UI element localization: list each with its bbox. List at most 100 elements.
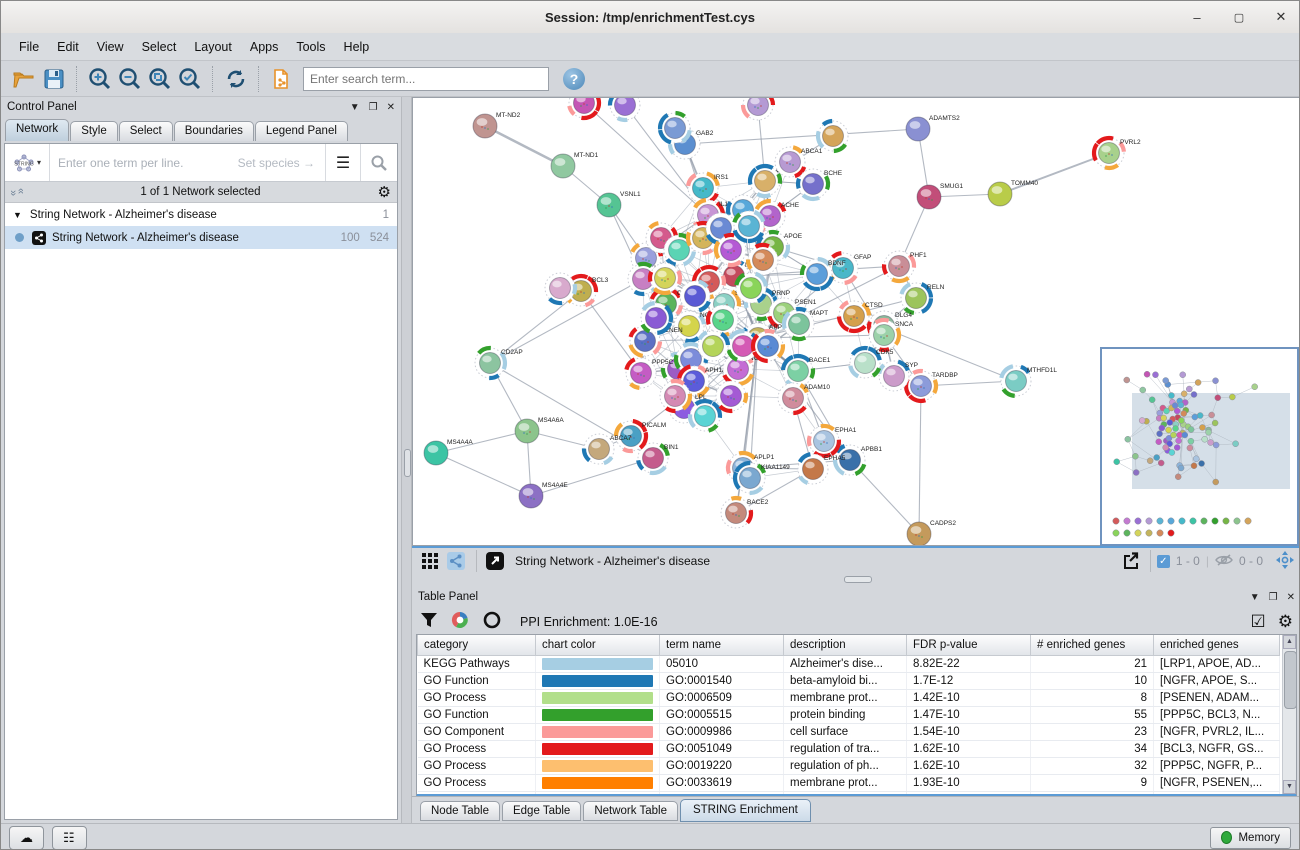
network-node[interactable]: MT-ND1 — [551, 152, 599, 178]
network-node[interactable]: MS4A4E — [519, 482, 568, 508]
string-protein-query-selector[interactable]: STRING ▾ — [5, 144, 50, 181]
column-header[interactable]: FDR p-value — [907, 635, 1031, 656]
network-node[interactable]: CADPS2 — [907, 520, 956, 545]
network-node[interactable] — [610, 98, 640, 120]
grid-view-icon[interactable] — [418, 550, 442, 572]
network-collection-row[interactable]: ▼ String Network - Alzheimer's disease 1 — [5, 203, 397, 226]
close-button[interactable]: ✕ — [1271, 7, 1291, 27]
species-hint[interactable]: Set species → — [238, 156, 325, 170]
menu-view[interactable]: View — [89, 37, 132, 57]
collapse-triangle-icon[interactable]: ▼ — [13, 210, 22, 220]
network-node[interactable] — [680, 281, 710, 311]
table-scrollbar[interactable]: ▲ ▼ — [1282, 635, 1297, 794]
cloud-button[interactable]: ☁ — [9, 826, 44, 850]
maximize-button[interactable]: ▢ — [1229, 7, 1249, 27]
table-row[interactable]: GO FunctionGO:0001540beta-amyloid bi...1… — [418, 673, 1280, 690]
menu-file[interactable]: File — [11, 37, 47, 57]
menu-layout[interactable]: Layout — [186, 37, 240, 57]
network-node[interactable]: ADAMTS2 — [906, 115, 960, 141]
table-row[interactable]: GO ProcessGO:0051049regulation of tra...… — [418, 741, 1280, 758]
export-network-icon[interactable] — [1118, 550, 1142, 572]
network-node[interactable] — [690, 401, 720, 431]
panel-close-icon[interactable]: ✕ — [387, 102, 395, 113]
search-input[interactable] — [303, 67, 549, 91]
network-node[interactable]: KIAA1149 — [735, 463, 790, 493]
panel-float-icon[interactable]: ❐ — [1269, 592, 1278, 603]
column-header[interactable]: chart color — [536, 635, 660, 656]
network-node[interactable]: SNCA — [869, 320, 914, 350]
table-row[interactable]: GO ProcessGO:0033619membrane prot...1.93… — [418, 775, 1280, 792]
network-node[interactable]: CD2AP — [475, 348, 523, 378]
network-canvas[interactable]: MT-ND2MT-ND1VSNL1GAB2IRS1CHATABCA1BCHEIL… — [412, 97, 1300, 546]
column-header[interactable]: category — [418, 635, 536, 656]
column-header[interactable]: term name — [660, 635, 784, 656]
table-header-row[interactable]: categorychart colorterm namedescriptionF… — [418, 635, 1280, 656]
enrichment-table[interactable]: categorychart colorterm namedescriptionF… — [416, 634, 1297, 797]
network-node[interactable]: MAPT — [784, 309, 828, 339]
network-node[interactable]: BACE1 — [783, 356, 831, 386]
horizontal-splitter[interactable] — [412, 574, 1300, 584]
memory-button[interactable]: Memory — [1210, 827, 1291, 849]
table-row[interactable]: GO ProcessGO:0019220regulation of ph...1… — [418, 758, 1280, 775]
network-node[interactable] — [753, 331, 783, 361]
table-row[interactable]: KEGG Pathways05010Alzheimer's dise...8.8… — [418, 656, 1280, 673]
panel-close-icon[interactable]: ✕ — [1287, 592, 1295, 603]
column-header[interactable]: description — [784, 635, 907, 656]
string-search-icon[interactable] — [360, 144, 397, 181]
column-header[interactable]: # enriched genes — [1031, 635, 1154, 656]
network-node[interactable]: TARDBP — [906, 371, 958, 401]
network-from-file-icon[interactable] — [269, 66, 295, 92]
task-history-button[interactable]: ☷ — [52, 826, 87, 850]
filter-icon[interactable] — [420, 611, 438, 634]
scroll-down-icon[interactable]: ▼ — [1283, 780, 1296, 794]
network-node[interactable] — [650, 263, 680, 293]
tab-boundaries[interactable]: Boundaries — [174, 121, 254, 141]
birds-eye-view[interactable] — [1100, 347, 1299, 546]
menu-edit[interactable]: Edit — [49, 37, 87, 57]
remove-charts-icon[interactable] — [482, 610, 502, 635]
tab-network[interactable]: Network — [5, 119, 69, 141]
network-node[interactable] — [818, 121, 848, 151]
tab-node-table[interactable]: Node Table — [420, 801, 500, 821]
network-node[interactable] — [569, 98, 599, 118]
network-node[interactable]: ADAM10 — [778, 383, 830, 413]
splitter-handle[interactable] — [404, 449, 411, 477]
scroll-up-icon[interactable]: ▲ — [1283, 635, 1296, 649]
network-node[interactable] — [660, 113, 690, 143]
zoom-in-icon[interactable] — [87, 66, 113, 92]
zoom-fit-icon[interactable] — [147, 66, 173, 92]
menu-apps[interactable]: Apps — [242, 37, 287, 57]
zoom-out-icon[interactable] — [117, 66, 143, 92]
help-icon[interactable]: ? — [563, 68, 585, 90]
table-row[interactable]: GO ProcessGO:0006509membrane prot...1.42… — [418, 690, 1280, 707]
open-session-icon[interactable] — [11, 66, 37, 92]
string-query-input[interactable]: Enter one term per line. — [50, 156, 238, 170]
select-all-checkbox-icon[interactable]: ☑ — [1251, 612, 1266, 632]
tab-style[interactable]: Style — [70, 121, 118, 141]
network-node[interactable]: BIN1 — [638, 443, 679, 473]
network-node[interactable]: PHF1 — [884, 251, 927, 281]
network-node[interactable] — [641, 303, 671, 333]
network-node[interactable] — [748, 245, 778, 275]
panel-menu-icon[interactable]: ▼ — [350, 102, 360, 113]
share-view-icon[interactable] — [444, 550, 468, 572]
tab-select[interactable]: Select — [119, 121, 173, 141]
network-node[interactable]: MTHFD1L — [1001, 366, 1057, 396]
panel-menu-icon[interactable]: ▼ — [1250, 592, 1260, 603]
splitter-handle[interactable] — [844, 576, 872, 583]
expand-all-icon[interactable]: » — [15, 190, 27, 194]
refresh-icon[interactable] — [223, 66, 249, 92]
network-node[interactable] — [660, 381, 690, 411]
save-session-icon[interactable] — [41, 66, 67, 92]
menu-tools[interactable]: Tools — [288, 37, 333, 57]
scroll-thumb[interactable] — [1284, 651, 1297, 709]
tab-string-enrichment[interactable]: STRING Enrichment — [680, 799, 811, 822]
network-node[interactable] — [698, 331, 728, 361]
network-node[interactable]: MS4A6A — [515, 417, 564, 443]
network-node[interactable]: TOMM40 — [988, 180, 1038, 206]
network-row[interactable]: String Network - Alzheimer's disease 100… — [5, 226, 397, 249]
network-node[interactable] — [734, 211, 764, 241]
string-options-icon[interactable]: ☰ — [325, 144, 360, 181]
menu-help[interactable]: Help — [336, 37, 378, 57]
pan-tool-icon[interactable] — [1275, 550, 1295, 573]
